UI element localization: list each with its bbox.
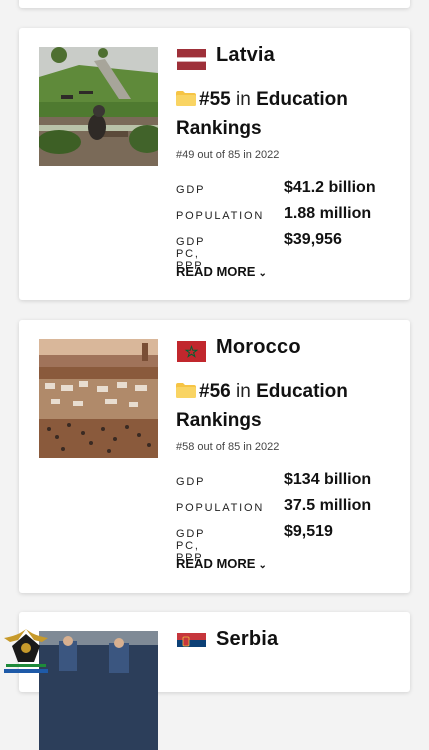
stat-value: 37.5 million [284,497,372,514]
chevron-down-icon: ⌄ [258,268,267,279]
stat-value: $39,956 [284,231,342,248]
flag-morocco-icon [177,341,206,362]
folder-icon [176,91,196,106]
previous-rank: #58 out of 85 in 2022 [176,441,280,453]
chevron-down-icon: ⌄ [258,560,267,571]
rank-heading[interactable]: #56 in Education Rankings [176,377,401,435]
rank-number: #55 [199,89,231,110]
rank-in-text: in [235,381,251,402]
rank-number: #56 [199,381,231,402]
country-card-latvia: Latvia #55 in Education Rankings #49 out… [19,28,410,300]
previous-card [19,0,410,8]
latvia-photo[interactable] [39,47,158,166]
stat-label: POPULATION [176,210,265,222]
read-more-button[interactable]: READ MORE ⌄ [176,264,267,279]
stat-label: GDP [176,184,206,196]
read-more-label: READ MORE [176,556,256,571]
flag-serbia-icon [177,633,206,654]
watermark-logo [0,626,52,675]
rank-category-line2: Rankings [176,118,262,139]
rank-category: Education [256,89,348,110]
rank-in-text: in [235,89,251,110]
stat-label: POPULATION [176,502,265,514]
rank-category: Education [256,381,348,402]
country-card-morocco: Morocco #56 in Education Rankings #58 ou… [19,320,410,593]
stat-value: 1.88 million [284,205,372,222]
stat-value: $134 billion [284,471,372,488]
previous-rank: #49 out of 85 in 2022 [176,149,280,161]
country-name[interactable]: Latvia [216,44,275,67]
stat-label: GDP [176,476,206,488]
country-card-serbia: Serbia [19,612,410,750]
flag-latvia-icon [177,49,206,70]
morocco-photo[interactable] [39,339,158,458]
rank-category-line2: Rankings [176,410,262,431]
country-name[interactable]: Morocco [216,336,301,359]
read-more-label: READ MORE [176,264,256,279]
serbia-photo[interactable] [39,631,158,750]
rank-heading[interactable]: #55 in Education Rankings [176,85,401,143]
country-name[interactable]: Serbia [216,628,278,651]
stat-value: $41.2 billion [284,179,376,196]
folder-icon [176,383,196,398]
stat-value: $9,519 [284,523,333,540]
read-more-button[interactable]: READ MORE ⌄ [176,556,267,571]
